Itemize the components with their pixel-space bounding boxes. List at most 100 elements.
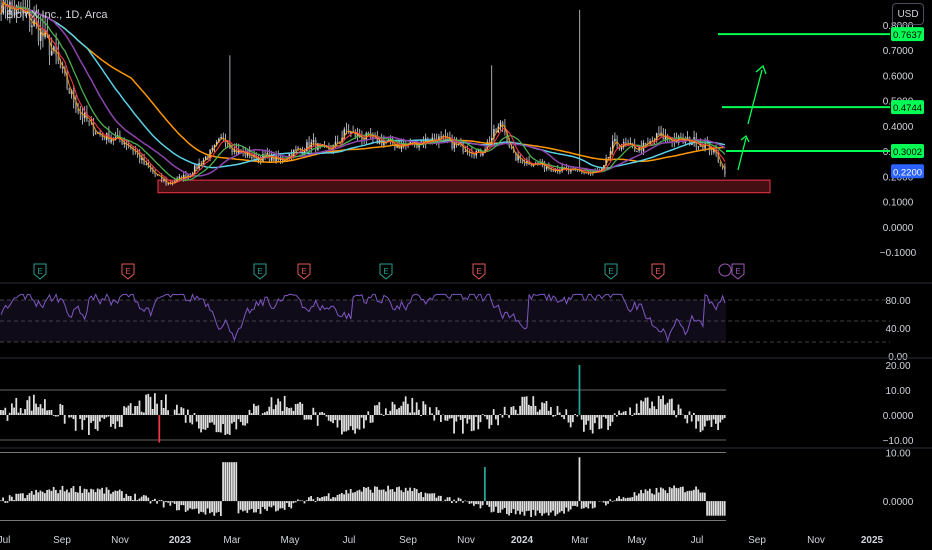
osc2-bar [385,491,387,502]
osc2-bar [477,501,480,505]
osc1-bar [488,415,491,429]
osc1-bar [671,398,673,415]
level-label: 0.4744 [893,103,922,114]
osc2-bar [393,491,396,502]
osc2-bar [286,501,288,504]
osc1-bar [523,396,526,415]
osc1-bar [347,415,350,431]
osc1-bar [121,415,123,427]
osc1-bar [167,410,169,415]
osc1-bar [327,415,330,421]
osc1-bar [112,415,114,424]
osc1-bar [387,414,389,415]
rsi-axis-tick: 40.00 [885,324,910,335]
candle-body [17,5,20,7]
osc2-bar [107,489,110,502]
osc2-bar [292,501,295,504]
osc2-bar [431,493,433,502]
osc1-bar [629,407,631,415]
osc1-bar [360,415,363,418]
osc1-bar [369,415,372,423]
osc1-bar [616,415,618,417]
osc2-bar [90,488,92,502]
osc2-bar [701,492,704,502]
osc2-bar [261,501,264,508]
osc2-bar [85,489,88,502]
osc1-bar [572,415,574,423]
osc1-bar [101,415,103,418]
osc1-bar [530,405,532,415]
osc1-bar [96,415,99,431]
osc1-bar [470,415,473,432]
candle-body [530,164,533,166]
osc2-bar [697,489,700,502]
osc1-bar [598,415,601,430]
osc2-bar [376,486,378,502]
osc1-bar [396,409,398,415]
osc2-bar [723,501,726,516]
price-chart[interactable]: 0.80000.70000.60000.50000.40000.30000.20… [0,0,932,550]
osc2-bar [224,462,227,502]
osc1-bar [74,415,77,431]
osc2-bar [583,501,585,509]
osc1-bar [160,399,163,415]
osc2-bar [525,501,528,512]
osc1-bar [2,410,4,415]
candle-body [710,151,713,153]
osc1-bar [686,415,689,424]
osc1-bar [237,415,240,420]
osc2-bar [297,499,299,502]
osc2-bar [277,501,279,511]
osc1-bar [444,415,447,421]
osc1-bar [679,408,682,415]
osc1-bar [52,415,55,416]
osc1-bar [499,414,502,415]
earnings-marker-label: E [37,267,42,276]
osc2-bar [220,501,222,517]
osc2-bar [503,501,506,509]
osc1-bar [561,415,563,417]
osc1-bar [325,415,328,417]
osc1-bar [22,413,24,415]
osc2-bar [455,501,458,503]
candle-body [433,137,436,140]
osc2-bar [116,490,119,502]
osc2-bar [662,488,664,502]
osc2-bar [391,489,394,502]
osc2-bar [684,492,686,502]
osc2-bar [319,498,321,502]
osc1-bar [48,410,51,415]
x-axis-tick: Sep [748,535,766,546]
osc2-bar [253,501,255,513]
osc2-bar [180,501,183,506]
osc1-bar [134,406,136,415]
currency-button[interactable]: USD [892,3,924,25]
osc2-bar [433,493,436,502]
osc1-bar [226,415,229,434]
support-zone-box [157,179,771,194]
x-axis-tick: 2023 [169,535,192,546]
osc2-bar [462,501,464,503]
osc2-bar [495,501,497,507]
osc2-bar [605,501,607,506]
osc1-bar [19,407,22,415]
osc2-bar [125,493,128,502]
osc2-bar [400,490,403,502]
x-axis-tick: Jul [0,535,10,546]
osc1-bar [72,415,75,420]
osc2-bar [657,492,660,502]
osc2-bar [59,489,62,502]
osc1-bar [193,412,196,415]
osc1-bar [235,415,238,430]
osc2-bar [459,498,462,502]
osc1-bar [37,407,40,415]
osc2-bar [521,501,524,512]
osc2-bar [330,498,332,502]
osc1-bar [13,407,15,415]
osc2-bar [13,499,15,502]
candle-body [94,133,97,135]
osc2-bar [360,491,363,502]
osc1-bar [706,415,708,421]
osc1-bar [123,406,125,415]
osc2-bar [167,501,169,503]
